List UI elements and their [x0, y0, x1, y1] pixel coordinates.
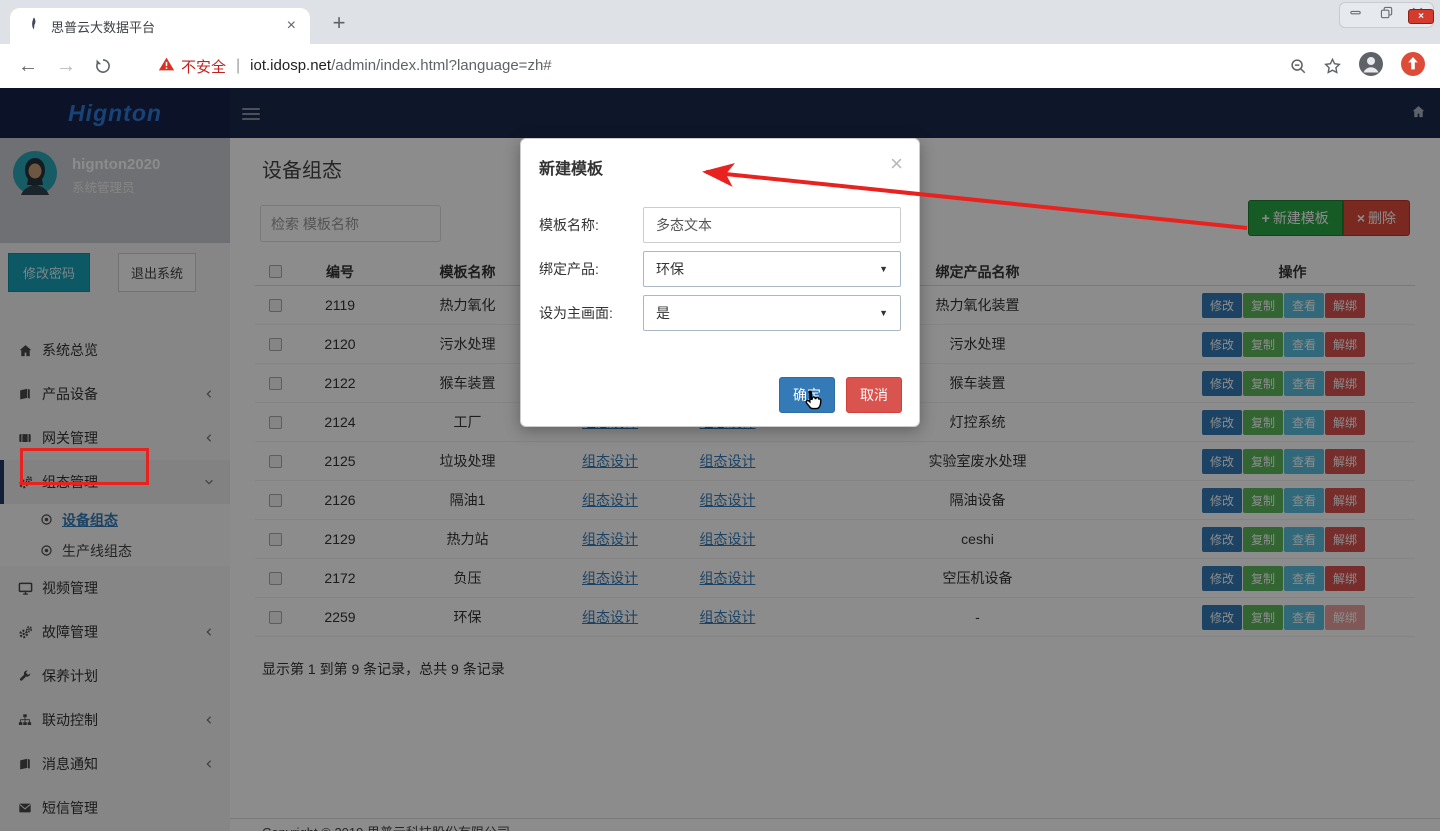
main-screen-select[interactable]: 是 ▼	[643, 295, 901, 331]
back-icon[interactable]: ←	[18, 55, 38, 78]
warning-icon	[158, 56, 175, 77]
url-separator: |	[236, 57, 240, 75]
bind-product-label: 绑定产品:	[539, 259, 643, 279]
template-name-label: 模板名称:	[539, 215, 643, 235]
zoom-out-icon[interactable]	[1289, 57, 1307, 75]
mouse-cursor	[800, 388, 826, 419]
minimize-icon[interactable]	[1348, 5, 1363, 25]
browser-tab[interactable]: 思普云大数据平台 ×	[10, 8, 310, 44]
browser-update-icon[interactable]	[1400, 51, 1426, 82]
forward-icon: →	[56, 55, 76, 78]
annotation-rectangle	[20, 448, 149, 485]
new-template-modal: 新建模板 × 模板名称: 绑定产品: 环保 ▼ 设为主画面: 是 ▼	[520, 138, 920, 427]
new-tab-button[interactable]: +	[326, 10, 352, 36]
cancel-button[interactable]: 取消	[846, 377, 902, 413]
favicon	[26, 16, 41, 36]
close-cursor-badge: ×	[1408, 9, 1434, 24]
profile-avatar-icon[interactable]	[1358, 51, 1384, 82]
modal-close-icon[interactable]: ×	[890, 151, 903, 177]
security-chip[interactable]: 不安全	[158, 56, 226, 77]
browser-tab-strip: 思普云大数据平台 × + ×	[0, 0, 1440, 44]
caret-down-icon: ▼	[879, 308, 888, 318]
tab-close-icon[interactable]: ×	[283, 17, 300, 35]
url-text[interactable]: iot.idosp.net/admin/index.html?language=…	[250, 57, 551, 75]
tab-title: 思普云大数据平台	[51, 17, 283, 36]
bookmark-star-icon[interactable]	[1323, 57, 1342, 76]
restore-icon[interactable]	[1379, 5, 1394, 25]
modal-title: 新建模板	[539, 161, 603, 178]
template-name-input[interactable]	[643, 207, 901, 243]
caret-down-icon: ▼	[879, 264, 888, 274]
bind-product-select[interactable]: 环保 ▼	[643, 251, 901, 287]
reload-icon[interactable]	[94, 57, 112, 75]
browser-url-bar: ← → 不安全 | iot.idosp.net/admin/index.html…	[0, 44, 1440, 88]
main-screen-label: 设为主画面:	[539, 303, 643, 323]
insecure-label: 不安全	[181, 56, 226, 77]
